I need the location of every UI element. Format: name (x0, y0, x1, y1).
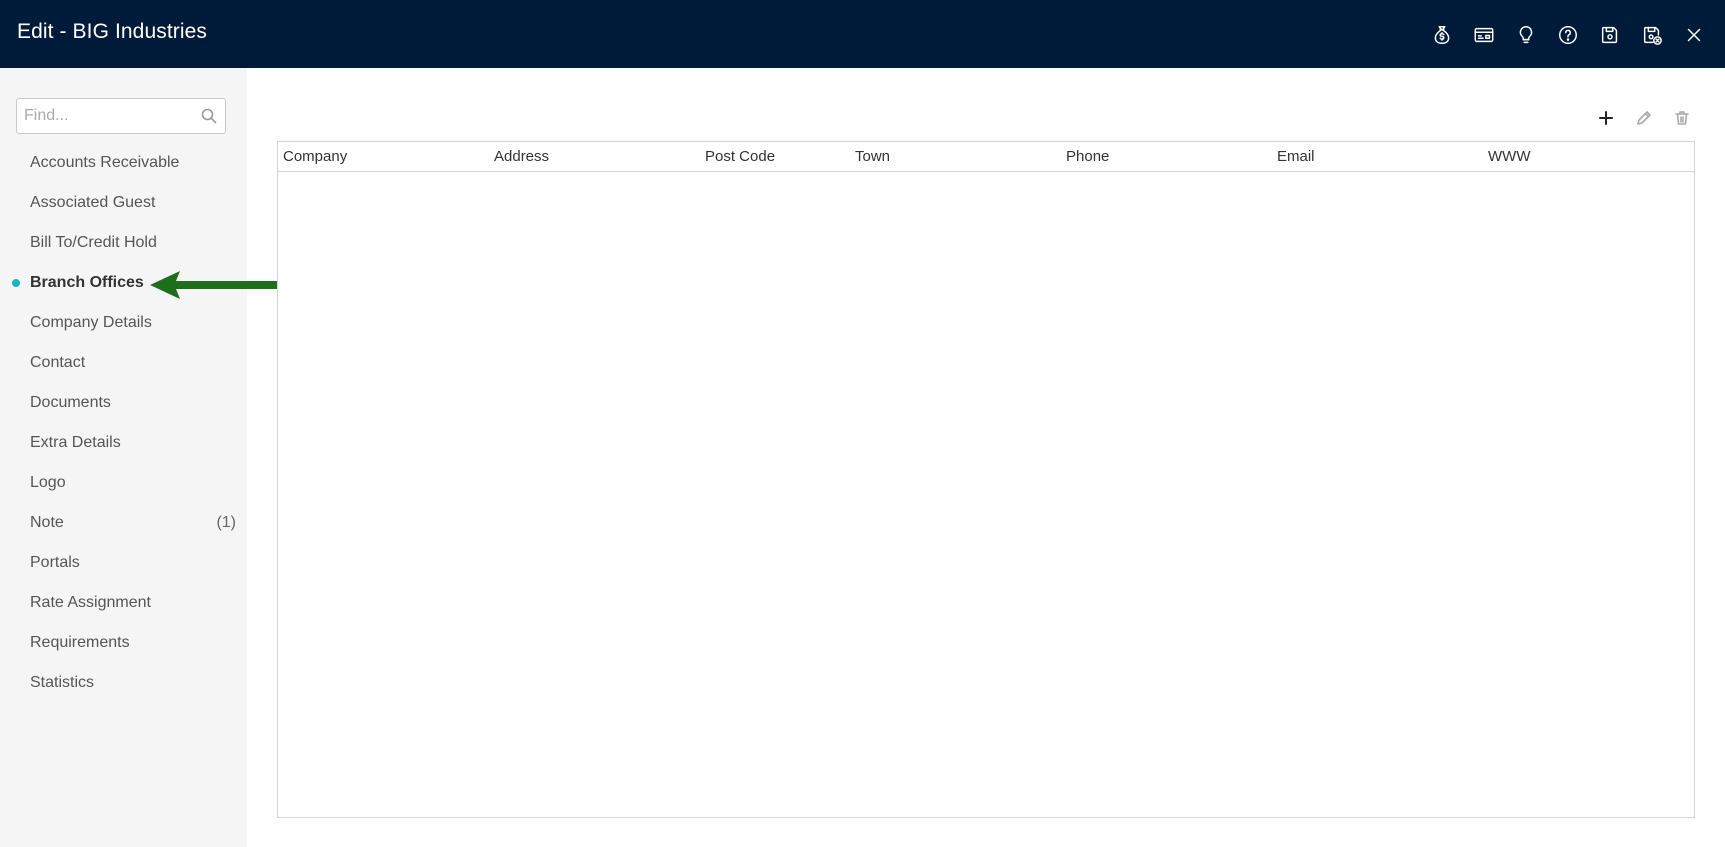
sidebar-item-label: Portals (30, 554, 80, 571)
branch-offices-grid: Company Address Post Code Town Phone Ema… (277, 141, 1695, 818)
lightbulb-icon[interactable] (1513, 22, 1539, 48)
save-close-icon[interactable] (1639, 22, 1665, 48)
title-bar: Edit - BIG Industries (0, 0, 1725, 68)
sidebar-item-label: Extra Details (30, 434, 121, 451)
sidebar-item-label: Company Details (30, 314, 152, 331)
sidebar-item-label: Rate Assignment (30, 594, 151, 611)
sidebar-nav: Accounts Receivable Associated Guest Bil… (0, 143, 247, 703)
sidebar-item-company-details[interactable]: Company Details (0, 303, 247, 343)
sidebar-item-label: Statistics (30, 674, 95, 691)
column-header-email[interactable]: Email (1272, 142, 1483, 172)
plus-icon[interactable] (1595, 107, 1617, 129)
sidebar-item-portals[interactable]: Portals (0, 543, 247, 583)
trash-icon[interactable] (1671, 107, 1693, 129)
sidebar-item-accounts-receivable[interactable]: Accounts Receivable (0, 143, 247, 183)
sidebar: Accounts Receivable Associated Guest Bil… (0, 68, 247, 847)
grid-toolbar (1579, 107, 1693, 129)
active-indicator-dot (12, 279, 20, 287)
sidebar-item-statistics[interactable]: Statistics (0, 663, 247, 703)
column-header-post-code[interactable]: Post Code (700, 142, 850, 172)
window-title: Edit - BIG Industries (17, 20, 208, 43)
search-input[interactable] (17, 99, 197, 133)
sidebar-item-extra-details[interactable]: Extra Details (0, 423, 247, 463)
sidebar-item-label: Documents (30, 394, 111, 411)
column-header-town[interactable]: Town (850, 142, 1061, 172)
column-header-company[interactable]: Company (278, 142, 489, 172)
sidebar-item-bill-to-credit-hold[interactable]: Bill To/Credit Hold (0, 223, 247, 263)
sidebar-item-label: Associated Guest (30, 194, 156, 211)
sidebar-item-associated-guest[interactable]: Associated Guest (0, 183, 247, 223)
money-bag-icon[interactable] (1429, 22, 1455, 48)
note-count-badge: (1) (216, 514, 236, 531)
sidebar-item-label: Accounts Receivable (30, 154, 180, 171)
sidebar-item-label: Logo (30, 474, 66, 491)
sidebar-item-label: Note (30, 514, 64, 531)
grid-header: Company Address Post Code Town Phone Ema… (278, 142, 1694, 172)
sidebar-item-label: Branch Offices (30, 274, 144, 291)
column-header-phone[interactable]: Phone (1061, 142, 1272, 172)
sidebar-item-logo[interactable]: Logo (0, 463, 247, 503)
save-icon[interactable] (1597, 22, 1623, 48)
grid-body[interactable] (278, 173, 1694, 818)
sidebar-item-label: Contact (30, 354, 86, 371)
credit-card-icon[interactable] (1471, 22, 1497, 48)
column-header-address[interactable]: Address (489, 142, 700, 172)
sidebar-item-rate-assignment[interactable]: Rate Assignment (0, 583, 247, 623)
sidebar-item-note[interactable]: Note (1) (0, 503, 247, 543)
sidebar-item-contact[interactable]: Contact (0, 343, 247, 383)
sidebar-item-label: Requirements (30, 634, 130, 651)
sidebar-item-label: Bill To/Credit Hold (30, 234, 157, 251)
header-actions (1429, 22, 1707, 48)
close-icon[interactable] (1681, 22, 1707, 48)
sidebar-item-requirements[interactable]: Requirements (0, 623, 247, 663)
search-icon[interactable] (201, 108, 217, 124)
column-header-www[interactable]: WWW (1483, 142, 1694, 172)
search-box (16, 98, 226, 134)
pencil-icon[interactable] (1633, 107, 1655, 129)
sidebar-item-documents[interactable]: Documents (0, 383, 247, 423)
help-icon[interactable] (1555, 22, 1581, 48)
